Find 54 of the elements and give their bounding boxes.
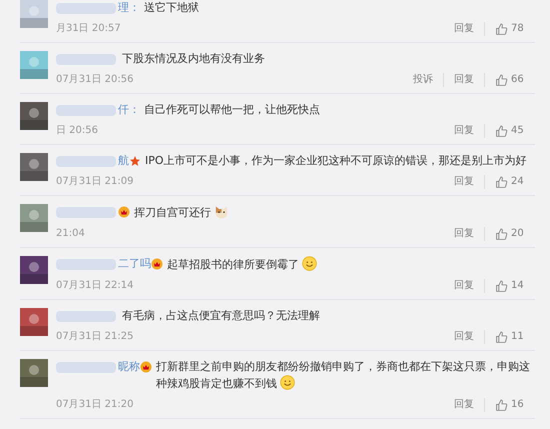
comment-time: 07月31日 21:09 (56, 175, 134, 189)
blurred-name (56, 3, 116, 14)
user-name[interactable]: 航 (118, 153, 129, 169)
user-name[interactable]: 理： (118, 0, 140, 16)
comment-text: IPO上市可不是小事，作为一家企业犯这种不可原谅的错误，那还是别上市为好 (145, 154, 527, 167)
comment-time: 07月31日 21:25 (56, 330, 134, 344)
blurred-name (56, 259, 116, 270)
thumbs-up-icon (495, 398, 508, 412)
action-link[interactable]: 回复 (444, 330, 485, 344)
like-button[interactable]: 45 (485, 124, 535, 138)
comment-time: 07月31日 21:20 (56, 398, 134, 412)
comment-time: 21:04 (56, 227, 86, 241)
action-link[interactable]: 回复 (444, 398, 485, 412)
comment-text: 打新群里之前申购的朋友都纷纷撤销申购了，券商也都在下架这只票，申购这种辣鸡股肯定也赚不到钱 (156, 360, 530, 390)
thumbs-up-icon (495, 330, 508, 344)
thumbs-up-icon (495, 74, 508, 86)
comment-text: 自己作死可以帮他一把，让他死快点 (144, 103, 320, 116)
thumbs-up-icon (495, 22, 508, 36)
like-button[interactable]: 24 (485, 175, 535, 189)
thumbs-up-icon (495, 176, 508, 188)
action-link[interactable]: 回复 (444, 124, 485, 138)
comment-text: 起草招股书的律所要倒霉了 (167, 258, 299, 271)
like-button[interactable]: 14 (485, 279, 535, 293)
action-link[interactable]: 回复 (444, 175, 485, 189)
action-link[interactable]: 回复 (444, 22, 485, 36)
blurred-name (56, 207, 116, 218)
comment-text: 有毛病，占这点便宜有意思吗？无法理解 (122, 309, 320, 322)
comment-time: 日 20:56 (56, 124, 99, 138)
user-name[interactable]: 二了吗 (118, 256, 151, 272)
comment-text: 下股东情况及内地有没有业务 (122, 52, 265, 65)
thumbs-up-icon (495, 228, 508, 240)
action-link[interactable]: 回复 (444, 73, 485, 87)
thumbs-up-icon (495, 280, 508, 292)
action-link[interactable]: 回复 (444, 279, 485, 293)
comment-time: 07月31日 20:56 (56, 73, 134, 87)
comment-text: 挥刀自宫可还行 (134, 206, 211, 219)
comment-time: 月31日 20:57 (56, 22, 122, 36)
like-button[interactable]: 16 (485, 398, 535, 412)
like-button[interactable]: 20 (485, 227, 535, 241)
like-button[interactable]: 66 (485, 73, 535, 87)
action-link[interactable]: 回复 (444, 227, 485, 241)
like-button[interactable]: 78 (485, 22, 535, 36)
comment-text: 送它下地狱 (144, 1, 199, 14)
action-link[interactable]: 投诉 (403, 73, 444, 87)
blurred-name (56, 105, 116, 116)
blurred-name (56, 311, 116, 322)
user-name[interactable]: 仟： (118, 102, 140, 118)
like-button[interactable]: 11 (485, 330, 535, 344)
thumbs-up-icon (495, 124, 508, 138)
blurred-name (56, 156, 116, 167)
blurred-name (56, 362, 116, 373)
user-name[interactable]: 昵称 (118, 359, 140, 375)
comment-time: 07月31日 22:14 (56, 279, 134, 293)
blurred-name (56, 54, 116, 65)
